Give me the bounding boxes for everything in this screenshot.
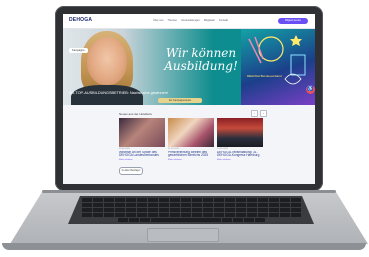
news-card-more-link[interactable]: Mehr erfahren — [168, 159, 214, 161]
site-logo[interactable]: DEHOGA — [69, 17, 92, 23]
news-card[interactable]: 03.06.2025 Wechsel an der Spitze des DEH… — [119, 118, 165, 161]
hero-illustration: DEHOGA Bundesverband — [241, 29, 315, 105]
news-card-more-link[interactable]: Mehr erfahren — [119, 159, 165, 161]
laptop-base-front — [2, 243, 366, 250]
hero-tag: Kampagne — [69, 48, 88, 53]
laptop-hinge — [42, 190, 336, 193]
laptop-trackpad — [147, 228, 219, 242]
nav-item-about[interactable]: Über uns — [153, 19, 164, 22]
nav-item-contact[interactable]: Kontakt — [219, 19, 228, 22]
main-nav: Über uns Themen Veranstaltungen Mitglied… — [153, 19, 228, 22]
news-card[interactable]: 21.05.2025 Preisverleihung Betrieb des g… — [168, 118, 214, 161]
news-card-title[interactable]: Preisverleihung Betrieb des gewerblichen… — [168, 151, 214, 159]
hero-photo-shoulders — [71, 85, 143, 105]
news-section-title: Neues aus der Hotellerie — [119, 112, 153, 116]
food-drink-illustration — [248, 35, 306, 85]
news-card-title[interactable]: DEHOGA-Veranstaltung: 31. DEHOGA-Kongres… — [217, 151, 263, 159]
laptop-mockup: DEHOGA Über uns Themen Veranstaltungen M… — [0, 0, 369, 257]
hero-art-text: DEHOGA Bundesverband — [247, 74, 282, 78]
laptop-keyboard — [68, 196, 314, 224]
chevron-right-icon[interactable]: › — [260, 110, 267, 117]
news-card-more-link[interactable]: Mehr erfahren — [217, 159, 263, 161]
hero-headline: Wir können Ausbildung! — [164, 46, 238, 73]
site-header: DEHOGA Über uns Themen Veranstaltungen M… — [63, 14, 315, 29]
chevron-left-icon[interactable]: ‹ — [251, 110, 258, 117]
accessibility-icon[interactable]: ♿ — [306, 85, 315, 94]
hero-caption: AB-TOP-AUSBILDUNGSBETRIEB: Nachwuchs gew… — [69, 91, 168, 95]
nav-item-events[interactable]: Veranstaltungen — [181, 19, 200, 22]
news-card-image — [217, 118, 263, 147]
news-card-image — [168, 118, 214, 147]
news-card[interactable]: 14.05.2025 DEHOGA-Veranstaltung: 31. DEH… — [217, 118, 263, 161]
news-carousel-controls: ‹ › — [251, 110, 267, 117]
news-card-image — [119, 118, 165, 147]
laptop-screen: DEHOGA Über uns Themen Veranstaltungen M… — [63, 14, 315, 184]
become-member-button[interactable]: Mitglied werden — [278, 18, 308, 24]
hero-photo-face — [87, 37, 127, 85]
news-cards: 03.06.2025 Wechsel an der Spitze des DEH… — [119, 118, 263, 161]
news-card-title[interactable]: Wechsel an der Spitze des DEHOGA Landesv… — [119, 151, 165, 159]
nav-item-topics[interactable]: Themen — [168, 19, 178, 22]
nav-item-members[interactable]: Mitglieder — [204, 19, 215, 22]
all-posts-button[interactable]: Zu allen Beiträgen — [119, 167, 143, 175]
hero-banner[interactable]: Kampagne Wir können Ausbildung! DEHOGA B… — [63, 29, 315, 105]
hero-cta-button[interactable]: Zur Kampagnenseite — [158, 98, 202, 103]
